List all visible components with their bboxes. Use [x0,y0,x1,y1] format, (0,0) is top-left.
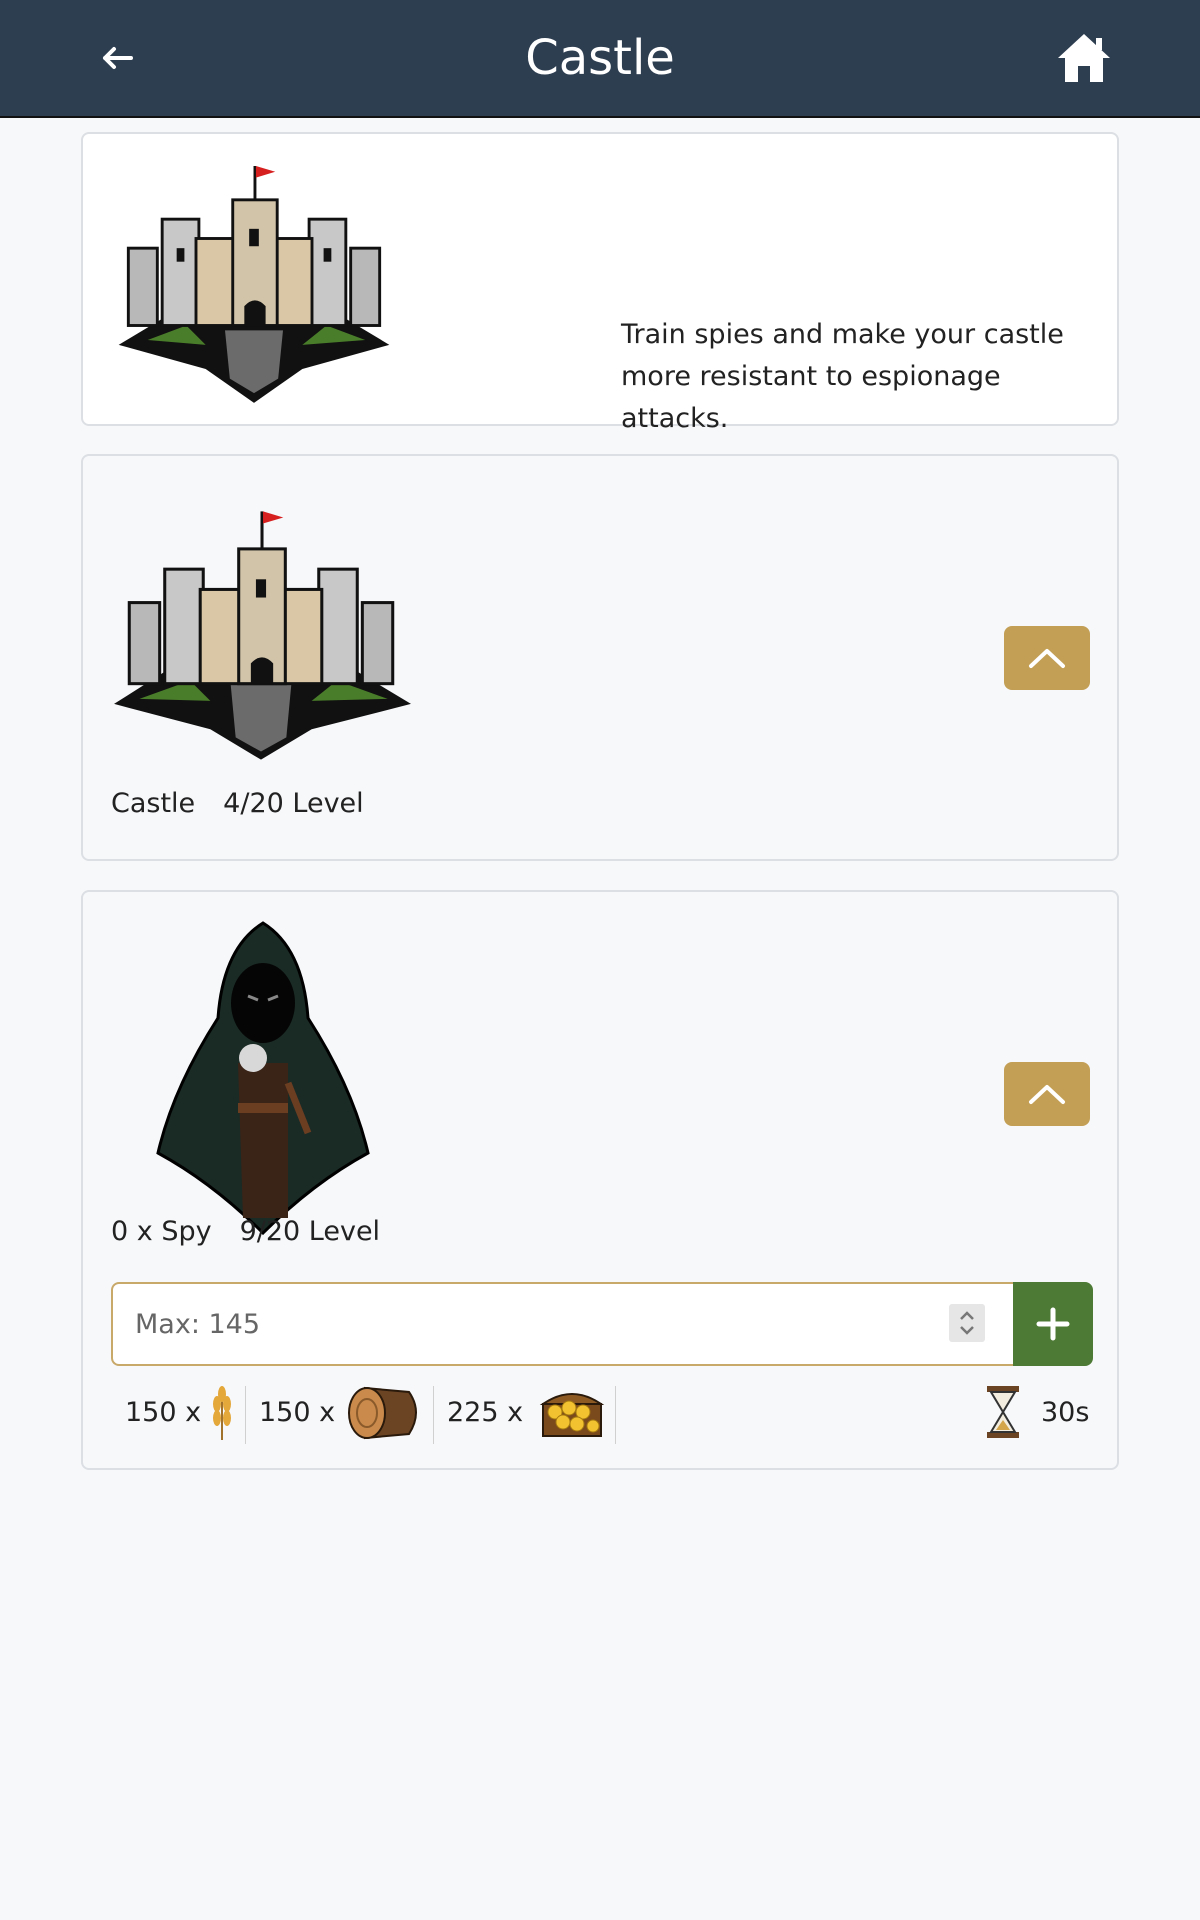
intro-description: Train spies and make your castle more re… [621,319,1064,434]
wheat-icon [213,1386,232,1440]
castle-card: Castle 4/20 Level [81,454,1119,861]
building-level: 4/20 Level [223,788,364,819]
intro-card: Train spies and make your castle more re… [81,132,1119,434]
hourglass-icon [987,1386,1019,1438]
spy-count: 0 x Spy [111,1216,212,1247]
castle-level-row: Castle 4/20 Level [111,786,364,822]
plus-icon [1036,1307,1070,1341]
training-time: 30s [981,1380,1089,1444]
chevron-up-icon [1029,649,1065,668]
home-icon [1058,34,1110,82]
cost-amount: 150 x [259,1396,336,1428]
cost-amount: 150 x [125,1396,202,1428]
upgrade-spy-button[interactable] [1004,1062,1090,1126]
quantity-spinner[interactable] [949,1304,985,1342]
page-title: Castle [525,30,675,86]
spy-level-row: 0 x Spy 9/20 Level [111,1214,380,1250]
training-time-value: 30s [1041,1396,1090,1428]
cost-divider [615,1386,616,1444]
cost-divider [433,1386,434,1444]
spy-level: 9/20 Level [239,1216,381,1247]
cost-gold: 225 x [447,1380,609,1444]
castle-illustration [118,166,390,403]
building-name: Castle [111,788,196,819]
castle-illustration [114,511,411,760]
train-quantity-group [111,1282,1093,1366]
training-costs: 150 x 150 x 225 x 30s [111,1380,1091,1444]
home-button[interactable] [1056,30,1112,86]
train-spy-button[interactable] [1013,1282,1093,1366]
spy-card: 0 x Spy 9/20 Level 150 x [81,890,1119,1470]
top-bar: Castle [0,0,1200,118]
upgrade-castle-button[interactable] [1004,626,1090,690]
cost-wood: 150 x [259,1380,425,1444]
gold-chest-icon [539,1393,605,1437]
chevron-up-icon [1029,1085,1065,1104]
cost-divider [245,1386,246,1444]
spinner-arrows-icon [960,1311,974,1335]
cost-amount: 225 x [447,1396,524,1428]
wood-log-icon [348,1386,418,1440]
spy-illustration [156,921,370,1236]
cost-wheat: 150 x [125,1380,237,1444]
spy-quantity-input[interactable] [111,1282,1013,1366]
